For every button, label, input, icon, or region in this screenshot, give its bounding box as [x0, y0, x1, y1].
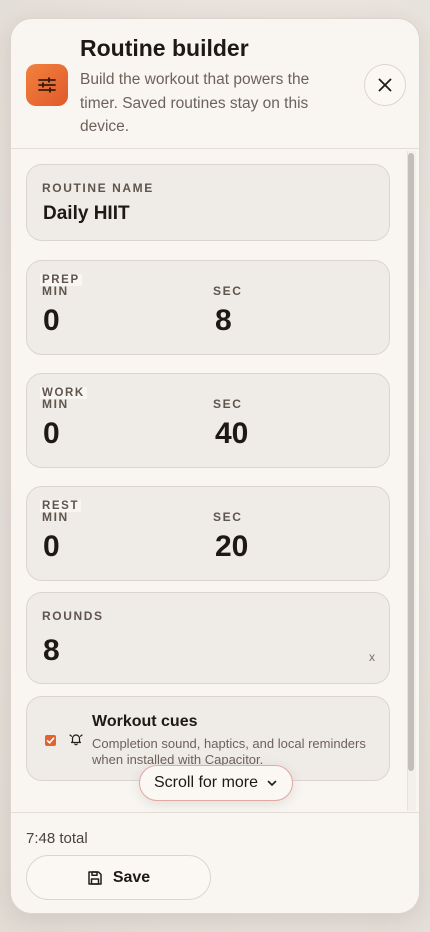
form-scroll-area[interactable]: ROUTINE NAME Daily HIIT MIN 0 SEC 8 PREP…	[11, 150, 419, 811]
work-label: WORK	[40, 387, 87, 399]
work-min-label: MIN	[42, 397, 69, 411]
page-title: Routine builder	[80, 35, 249, 61]
sheet-footer: 7:48 total Save	[11, 812, 419, 913]
work-min-input[interactable]: 0	[43, 417, 60, 451]
chevron-down-icon	[267, 780, 277, 786]
routine-name-label: ROUTINE NAME	[42, 181, 154, 195]
prep-label: PREP	[40, 274, 82, 286]
scroll-hint-label: Scroll for more	[154, 774, 259, 791]
prep-min-label: MIN	[42, 284, 69, 298]
scroll-for-more-button[interactable]: Scroll for more	[139, 765, 294, 801]
prep-sec-label: SEC	[213, 284, 243, 298]
routine-name-field[interactable]: ROUTINE NAME Daily HIIT	[26, 164, 390, 241]
rest-sec-label: SEC	[213, 510, 243, 524]
sheet-header: Routine builder Build the workout that p…	[11, 19, 419, 149]
save-label: Save	[112, 868, 151, 886]
save-icon	[88, 870, 102, 885]
bell-icon	[69, 734, 83, 746]
cues-description: Completion sound, haptics, and local rem…	[92, 736, 366, 767]
close-button[interactable]	[364, 64, 406, 106]
work-sec-input[interactable]: 40	[215, 417, 248, 451]
routine-name-input[interactable]: Daily HIIT	[43, 203, 130, 225]
rest-sec-input[interactable]: 20	[215, 530, 248, 564]
rest-min-label: MIN	[42, 510, 69, 524]
cues-title: Workout cues	[92, 713, 198, 730]
routine-builder-sheet: Routine builder Build the workout that p…	[10, 18, 420, 914]
rest-label: REST	[40, 500, 82, 512]
rounds-field[interactable]: ROUNDS 8 x	[26, 592, 390, 684]
cues-checkbox[interactable]	[45, 735, 56, 746]
rounds-unit: x	[369, 650, 375, 664]
prep-min-input[interactable]: 0	[43, 304, 60, 338]
scrollbar-thumb[interactable]	[408, 153, 414, 771]
rounds-label: ROUNDS	[42, 609, 104, 623]
save-button[interactable]: Save	[26, 855, 211, 900]
rounds-input[interactable]: 8	[43, 634, 60, 668]
total-duration: 7:48 total	[26, 830, 88, 847]
prep-sec-input[interactable]: 8	[215, 304, 232, 338]
work-sec-label: SEC	[213, 397, 243, 411]
close-icon	[378, 78, 392, 92]
page-subtitle: Build the workout that powers the timer.…	[80, 71, 310, 135]
rest-min-input[interactable]: 0	[43, 530, 60, 564]
sliders-icon	[26, 64, 68, 106]
